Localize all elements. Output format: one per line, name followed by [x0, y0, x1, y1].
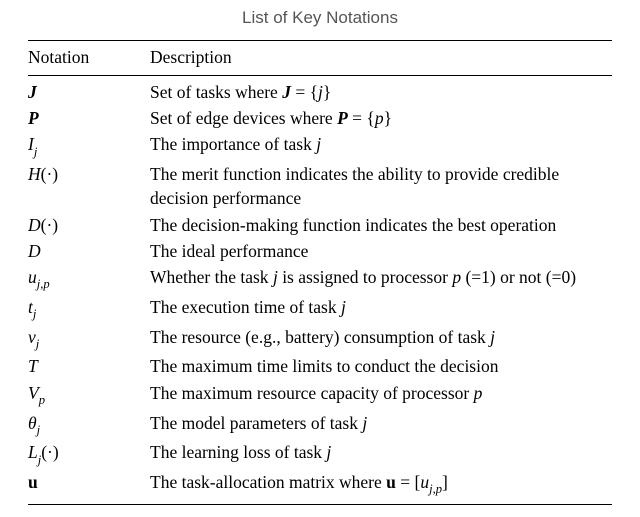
- table-row: Lj(·) The learning loss of task j: [28, 439, 612, 469]
- table-row: vj The resource (e.g., battery) consumpt…: [28, 324, 612, 354]
- cell-description: The resource (e.g., battery) consumption…: [150, 324, 612, 354]
- cell-description: The maximum time limits to conduct the d…: [150, 353, 612, 379]
- table-row: H(·) The merit function indicates the ab…: [28, 161, 612, 211]
- table-row: tj The execution time of task j: [28, 294, 612, 324]
- cell-description: Whether the task j is assigned to proces…: [150, 264, 612, 294]
- table-row: J Set of tasks where J = {j}: [28, 76, 612, 106]
- cell-description: The merit function indicates the ability…: [150, 161, 612, 211]
- cell-notation: H(·): [28, 161, 150, 211]
- cell-description: The ideal performance: [150, 238, 612, 264]
- cell-description: The learning loss of task j: [150, 439, 612, 469]
- cell-notation: Ij: [28, 131, 150, 161]
- cell-notation: D: [28, 238, 150, 264]
- cell-notation: u: [28, 469, 150, 504]
- table-row: D(·) The decision-making function indica…: [28, 212, 612, 238]
- cell-description: The decision-making function indicates t…: [150, 212, 612, 238]
- cell-description: The maximum resource capacity of process…: [150, 380, 612, 410]
- cell-notation: vj: [28, 324, 150, 354]
- cell-description: The execution time of task j: [150, 294, 612, 324]
- header-description: Description: [150, 41, 612, 76]
- cell-description: The model parameters of task j: [150, 410, 612, 440]
- table-row: uj,p Whether the task j is assigned to p…: [28, 264, 612, 294]
- cell-description: Set of tasks where J = {j}: [150, 76, 612, 106]
- cell-description: Set of edge devices where P = {p}: [150, 105, 612, 131]
- table-row: D The ideal performance: [28, 238, 612, 264]
- cell-notation: uj,p: [28, 264, 150, 294]
- notation-table: Notation Description J Set of tasks wher…: [28, 40, 612, 505]
- cell-description: The importance of task j: [150, 131, 612, 161]
- cell-notation: Vp: [28, 380, 150, 410]
- cell-notation: J: [28, 76, 150, 106]
- table-row: T The maximum time limits to conduct the…: [28, 353, 612, 379]
- cell-notation: P: [28, 105, 150, 131]
- header-notation: Notation: [28, 41, 150, 76]
- cell-notation: D(·): [28, 212, 150, 238]
- cell-notation: T: [28, 353, 150, 379]
- cell-notation: θj: [28, 410, 150, 440]
- table-row: P Set of edge devices where P = {p}: [28, 105, 612, 131]
- table-title: List of Key Notations: [28, 8, 612, 28]
- table-row: θj The model parameters of task j: [28, 410, 612, 440]
- cell-notation: Lj(·): [28, 439, 150, 469]
- table-header-row: Notation Description: [28, 41, 612, 76]
- cell-description: The task-allocation matrix where u = [uj…: [150, 469, 612, 504]
- table-row: u The task-allocation matrix where u = […: [28, 469, 612, 504]
- table-row: Ij The importance of task j: [28, 131, 612, 161]
- table-row: Vp The maximum resource capacity of proc…: [28, 380, 612, 410]
- cell-notation: tj: [28, 294, 150, 324]
